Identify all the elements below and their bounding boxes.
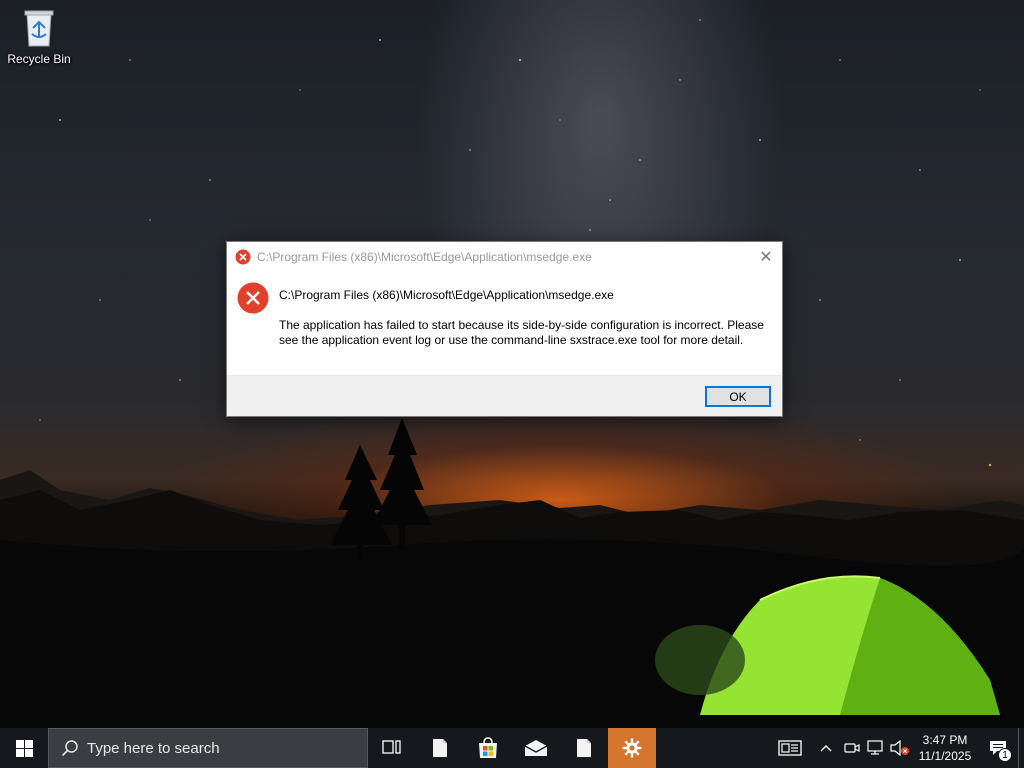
dialog-path: C:\Program Files (x86)\Microsoft\Edge\Ap…: [279, 288, 614, 302]
news-icon: [778, 740, 802, 756]
network-button[interactable]: [864, 728, 888, 768]
search-input[interactable]: Type here to search: [48, 728, 368, 768]
settings-icon: [622, 738, 642, 758]
close-button[interactable]: ✕: [750, 242, 782, 272]
error-icon: [235, 249, 251, 265]
desktop-icon-label: Recycle Bin: [7, 52, 71, 66]
camera-icon: [844, 743, 860, 753]
taskbar: Type here to search 3:47 PM 11/1/2025 1: [0, 728, 1024, 768]
show-hidden-icons-button[interactable]: [812, 728, 840, 768]
desktop-icon-recycle-bin[interactable]: Recycle Bin: [4, 6, 74, 76]
volume-button[interactable]: [888, 728, 912, 768]
task-view-icon: [382, 740, 401, 754]
error-icon: [237, 282, 269, 314]
dialog-titlebar[interactable]: C:\Program Files (x86)\Microsoft\Edge\Ap…: [227, 242, 782, 272]
meet-now-button[interactable]: [840, 728, 864, 768]
taskbar-app-settings[interactable]: [608, 728, 656, 768]
chevron-up-icon: [820, 745, 832, 752]
recycle-bin-icon: [24, 10, 54, 47]
taskbar-app-store[interactable]: [464, 728, 512, 768]
search-placeholder: Type here to search: [87, 739, 220, 757]
show-desktop-button[interactable]: [1018, 728, 1024, 768]
close-icon: ✕: [759, 249, 773, 266]
network-icon: [867, 740, 883, 755]
ok-button[interactable]: OK: [705, 386, 771, 407]
task-view-button[interactable]: [368, 728, 416, 768]
dialog-content: C:\Program Files (x86)\Microsoft\Edge\Ap…: [227, 272, 782, 377]
news-widget-button[interactable]: [768, 728, 812, 768]
search-icon: [61, 740, 78, 757]
clock[interactable]: 3:47 PM 11/1/2025: [912, 728, 978, 768]
microsoft-store-icon: [479, 737, 497, 758]
dialog-title: C:\Program Files (x86)\Microsoft\Edge\Ap…: [257, 250, 592, 264]
volume-muted-icon: [890, 740, 909, 756]
dialog-message: The application has failed to start beca…: [279, 318, 764, 347]
file-icon: [433, 739, 447, 757]
windows-logo-icon: [15, 739, 33, 757]
start-button[interactable]: [0, 728, 48, 768]
system-tray: 3:47 PM 11/1/2025 1: [768, 728, 1024, 768]
error-dialog: C:\Program Files (x86)\Microsoft\Edge\Ap…: [226, 241, 783, 417]
taskbar-app-file-1[interactable]: [416, 728, 464, 768]
dialog-footer: OK: [227, 375, 782, 416]
clock-date: 11/1/2025: [918, 749, 972, 763]
action-center-button[interactable]: 1: [978, 728, 1018, 768]
clock-time: 3:47 PM: [922, 733, 968, 747]
file-icon: [577, 739, 591, 757]
mail-icon: [524, 740, 548, 756]
taskbar-app-file-2[interactable]: [560, 728, 608, 768]
notification-badge: 1: [998, 748, 1012, 762]
taskbar-app-mail[interactable]: [512, 728, 560, 768]
